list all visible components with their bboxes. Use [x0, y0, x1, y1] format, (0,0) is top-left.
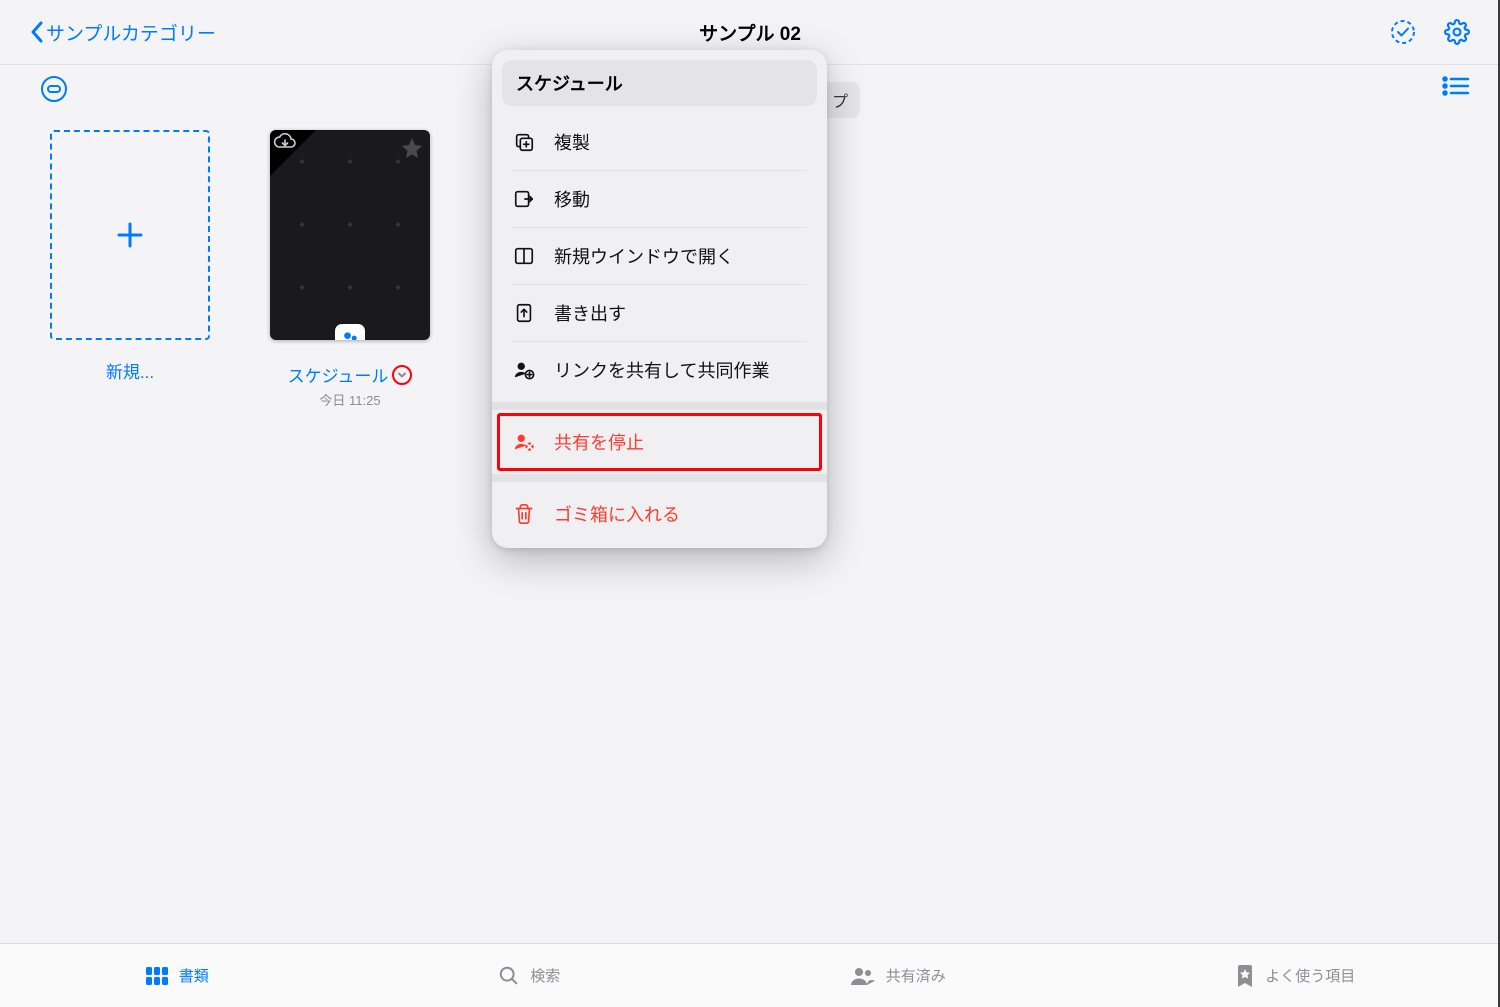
menu-label: 新規ウインドウで開く: [554, 243, 734, 269]
back-button[interactable]: サンプルカテゴリー: [30, 19, 216, 46]
trash-icon: [512, 503, 536, 525]
menu-stop-sharing[interactable]: 共有を停止: [498, 414, 821, 470]
document-grid: 新規... スケジュール: [50, 130, 430, 409]
list-icon: [1442, 75, 1470, 97]
menu-export[interactable]: 書き出す: [492, 285, 827, 341]
document-thumbnail[interactable]: [270, 130, 430, 340]
duplicate-icon: [512, 131, 536, 153]
share-link-icon: [512, 359, 536, 381]
window-icon: [512, 245, 536, 267]
menu-move[interactable]: 移動: [492, 171, 827, 227]
cloud-download-icon: [273, 133, 297, 156]
tab-search[interactable]: 検索: [498, 965, 560, 987]
topbar-actions: [1390, 19, 1470, 45]
stop-share-icon: [512, 431, 536, 453]
back-label: サンプルカテゴリー: [46, 19, 216, 46]
page-title: サンプル 02: [699, 19, 801, 46]
context-menu: スケジュール 複製 移動 新規ウインドウで開く 書き出す リンクを共有して共同作…: [492, 50, 827, 548]
new-tile-label: 新規...: [106, 358, 154, 383]
tab-shared[interactable]: 共有済み: [850, 965, 946, 986]
people-icon: [850, 966, 876, 986]
check-circle-dashed-icon: [1390, 19, 1416, 45]
share-badge: [335, 324, 365, 340]
tab-label: 共有済み: [886, 965, 946, 986]
search-icon: [498, 965, 520, 987]
filter-circle-icon: [40, 75, 68, 103]
menu-group-separator: [492, 402, 827, 410]
select-mode-button[interactable]: [1390, 19, 1416, 45]
menu-share-collab[interactable]: リンクを共有して共同作業: [492, 342, 827, 398]
menu-label: 移動: [554, 186, 590, 212]
gear-icon: [1444, 19, 1470, 45]
menu-label: ゴミ箱に入れる: [554, 501, 680, 527]
move-icon: [512, 188, 536, 210]
new-tile-box[interactable]: [50, 130, 210, 340]
filter-button[interactable]: [40, 75, 68, 103]
tab-favorites[interactable]: よく使う項目: [1235, 965, 1355, 987]
chevron-down-icon: [397, 370, 407, 380]
menu-open-new-window[interactable]: 新規ウインドウで開く: [492, 228, 827, 284]
document-tile[interactable]: スケジュール 今日 11:25: [270, 130, 430, 409]
menu-label: 共有を停止: [554, 429, 644, 455]
tab-documents[interactable]: 書類: [145, 965, 209, 986]
document-date: 今日 11:25: [319, 390, 380, 409]
document-name-row[interactable]: スケジュール: [288, 362, 413, 387]
menu-label: リンクを共有して共同作業: [554, 357, 769, 383]
export-icon: [512, 302, 536, 324]
plus-icon: [115, 220, 145, 250]
view-toggle-button[interactable]: [1442, 75, 1470, 102]
document-menu-chevron[interactable]: [392, 365, 412, 385]
new-document-tile[interactable]: 新規...: [50, 130, 210, 409]
settings-button[interactable]: [1444, 19, 1470, 45]
context-menu-title: スケジュール: [502, 60, 817, 106]
menu-duplicate[interactable]: 複製: [492, 114, 827, 170]
menu-group-separator: [492, 474, 827, 482]
tabbar: 書類 検索 共有済み よく使う項目: [0, 943, 1500, 1007]
tab-label: 検索: [530, 965, 560, 986]
tab-label: よく使う項目: [1265, 965, 1355, 986]
grid-icon: [145, 966, 169, 986]
bookmark-star-icon: [1235, 965, 1255, 987]
menu-label: 複製: [554, 129, 590, 155]
menu-label: 書き出す: [554, 300, 626, 326]
star-icon: [400, 136, 424, 165]
tab-label: 書類: [179, 965, 209, 986]
collab-icon: [340, 329, 360, 340]
document-name: スケジュール: [288, 362, 389, 387]
chevron-left-icon: [30, 21, 44, 43]
menu-trash[interactable]: ゴミ箱に入れる: [492, 486, 827, 542]
